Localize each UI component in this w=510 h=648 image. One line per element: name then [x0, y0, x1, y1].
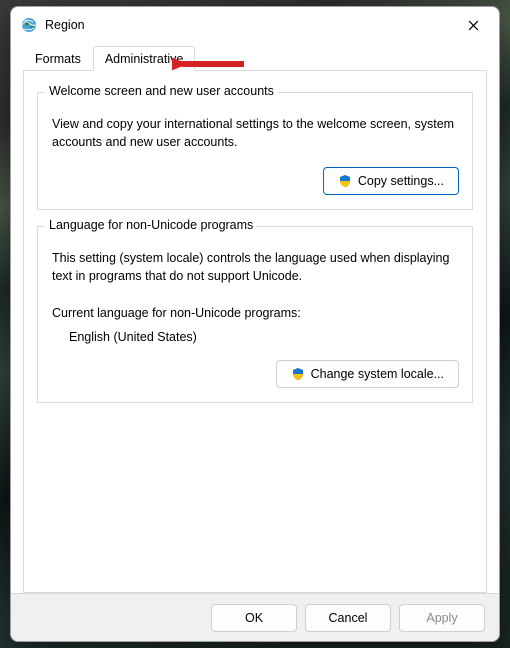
apply-button[interactable]: Apply — [399, 604, 485, 632]
current-language-label: Current language for non-Unicode program… — [52, 304, 458, 322]
globe-icon — [21, 17, 37, 33]
close-icon — [468, 20, 479, 31]
group-description: View and copy your international setting… — [52, 115, 458, 151]
button-label: Change system locale... — [311, 367, 444, 381]
change-system-locale-button[interactable]: Change system locale... — [276, 360, 459, 388]
shield-icon — [291, 367, 305, 381]
current-language-value: English (United States) — [69, 330, 459, 344]
group-description: This setting (system locale) controls th… — [52, 249, 458, 285]
dialog-footer: OK Cancel Apply — [11, 593, 499, 641]
group-welcome-screen: Welcome screen and new user accounts Vie… — [37, 92, 473, 210]
tab-strip: Formats Administrative — [11, 45, 499, 70]
close-button[interactable] — [451, 11, 495, 39]
titlebar: Region — [11, 7, 499, 43]
group-non-unicode: Language for non-Unicode programs This s… — [37, 226, 473, 402]
shield-icon — [338, 174, 352, 188]
tab-panel-administrative: Welcome screen and new user accounts Vie… — [23, 70, 487, 593]
cancel-button[interactable]: Cancel — [305, 604, 391, 632]
copy-settings-button[interactable]: Copy settings... — [323, 167, 459, 195]
group-legend: Language for non-Unicode programs — [45, 218, 257, 232]
group-legend: Welcome screen and new user accounts — [45, 84, 278, 98]
ok-button[interactable]: OK — [211, 604, 297, 632]
tab-formats[interactable]: Formats — [23, 46, 93, 71]
tab-administrative[interactable]: Administrative — [93, 46, 196, 71]
region-dialog: Region Formats Administrative Welcome sc… — [10, 6, 500, 642]
button-label: Copy settings... — [358, 174, 444, 188]
window-title: Region — [45, 18, 451, 32]
